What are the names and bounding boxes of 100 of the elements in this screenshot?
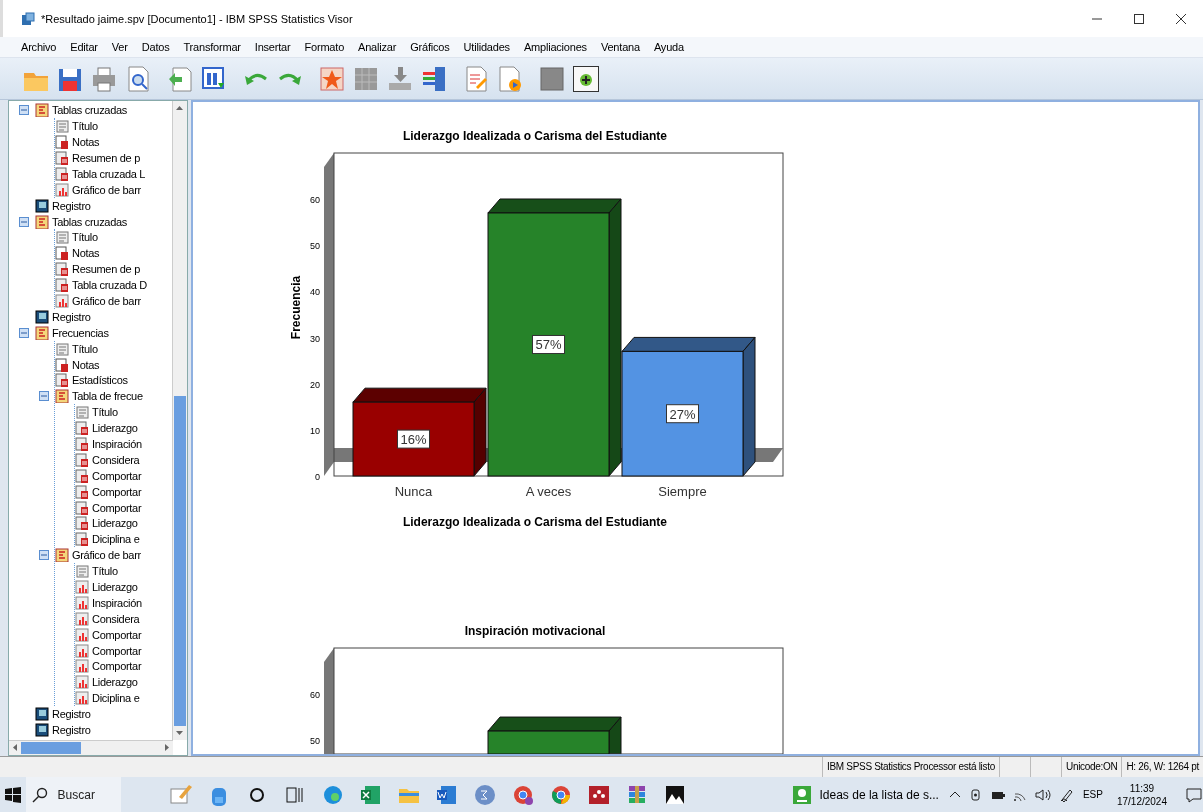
scrollbar-thumb[interactable]	[174, 396, 186, 727]
outline-item[interactable]: Tabla de frecue	[72, 390, 143, 403]
notification-icon[interactable]	[1185, 785, 1203, 804]
menu-item[interactable]: Formato	[297, 41, 352, 54]
app-icon	[21, 11, 35, 26]
outline-item[interactable]: Título	[72, 342, 98, 355]
outline-item[interactable]: Comportar	[92, 501, 142, 514]
windows-icon[interactable]	[4, 786, 21, 803]
menu-item[interactable]: Gráficos	[403, 41, 457, 54]
outline-item[interactable]: Tabla cruzada D	[72, 279, 147, 292]
collapse-icon[interactable]	[39, 391, 49, 402]
outline-item[interactable]: Resumen de p	[72, 263, 140, 276]
category-label: A veces	[525, 484, 572, 500]
folder-book-icon	[35, 325, 49, 340]
menu-item[interactable]: Datos	[134, 41, 177, 54]
outline-item[interactable]: Estadísticos	[72, 374, 128, 387]
search-placeholder: Buscar	[57, 787, 95, 802]
table-icon	[55, 150, 69, 165]
outline-item[interactable]: Resumen de p	[72, 151, 140, 164]
square-icon[interactable]	[538, 64, 566, 93]
outline-item[interactable]: Comportar	[92, 644, 142, 657]
outline-item[interactable]: Diciplina e	[92, 533, 140, 546]
outline-item[interactable]: Liderazgo	[92, 581, 138, 593]
outline-item[interactable]: Registro	[52, 724, 91, 736]
log-book-icon	[35, 707, 49, 722]
outline-item[interactable]: Registro	[52, 708, 91, 721]
collapse-icon[interactable]	[19, 216, 29, 227]
menu-item[interactable]: Transformar	[176, 41, 248, 54]
taskbar-window-label[interactable]: Ideas de la lista de s...	[819, 787, 939, 802]
outline-item[interactable]: Considera	[92, 453, 140, 466]
outline-item[interactable]: Comportar	[92, 628, 142, 641]
chart-title: Inspiración motivacional	[464, 624, 606, 639]
bar-chart-icon	[55, 293, 69, 308]
outline-item[interactable]: Inspiración	[92, 596, 142, 609]
language-indicator[interactable]: ESP	[1082, 789, 1103, 800]
outline-item[interactable]: Notas	[72, 136, 100, 149]
outline-item[interactable]: Considera	[92, 612, 140, 625]
category-label: Siempre	[658, 484, 707, 500]
table-icon	[75, 436, 89, 451]
outline-item[interactable]: Gráfico de barr	[72, 183, 141, 196]
add-icon[interactable]	[572, 64, 600, 93]
collapse-icon[interactable]	[19, 327, 29, 338]
notes-icon	[55, 246, 69, 261]
collapse-icon[interactable]	[39, 550, 49, 561]
outline-item[interactable]: Comportar	[92, 469, 142, 482]
variable-list-icon[interactable]	[420, 64, 448, 93]
outline-item[interactable]: Tabla cruzada L	[72, 167, 146, 180]
axis-tick-label: 60	[310, 690, 320, 701]
document-play-icon[interactable]	[496, 64, 524, 93]
menu-item[interactable]: Ventana	[593, 41, 647, 54]
maximize-icon[interactable]	[1133, 12, 1145, 25]
speaker-icon[interactable]	[1034, 787, 1051, 802]
outline-item[interactable]: Título	[72, 231, 98, 244]
outline-item[interactable]: Notas	[72, 247, 100, 260]
outline-item[interactable]: Gráfico de barr	[72, 549, 141, 562]
menu-item[interactable]: Ampliaciones	[516, 41, 594, 54]
outline-item[interactable]: Tablas cruzadas	[52, 104, 127, 117]
axis-tick-label: 10	[310, 426, 320, 437]
bar-chart-icon	[75, 675, 89, 690]
menu-item[interactable]: Utilidades	[456, 41, 517, 54]
menu-item[interactable]: Ver	[104, 41, 135, 54]
scrollbar-thumb[interactable]	[21, 742, 81, 755]
outline-item[interactable]: Liderazgo	[92, 676, 138, 689]
outline-item[interactable]: Título	[92, 565, 118, 578]
statistics-app-icon[interactable]	[472, 782, 497, 807]
menu-item[interactable]: Archivo	[14, 41, 64, 54]
notes-icon	[55, 357, 69, 372]
outline-item[interactable]: Título	[72, 120, 98, 133]
menu-item[interactable]: Analizar	[351, 41, 404, 54]
notepad-icon[interactable]	[168, 782, 193, 807]
title-page-icon	[55, 230, 69, 245]
close-icon[interactable]	[1175, 12, 1187, 25]
outline-item[interactable]: Registro	[52, 199, 91, 212]
camera-icon[interactable]	[968, 787, 983, 802]
data-label: 27%	[666, 404, 699, 424]
outline-item[interactable]: Título	[92, 406, 118, 419]
category-label: Nunca	[394, 484, 433, 500]
outline-item[interactable]: Frecuencias	[52, 326, 109, 339]
outline-item[interactable]: Liderazgo	[92, 517, 138, 530]
collapse-icon[interactable]	[19, 105, 29, 116]
outline-item[interactable]: Comportar	[92, 660, 142, 673]
axis-tick-label: 50	[310, 241, 320, 252]
outline-item[interactable]: Diciplina e	[92, 692, 140, 705]
menu-item[interactable]: Ayuda	[646, 41, 691, 54]
outline-item[interactable]: Comportar	[92, 485, 142, 498]
export-icon[interactable]	[166, 64, 194, 93]
print-icon[interactable]	[90, 64, 118, 93]
outline-item[interactable]: Registro	[52, 310, 91, 323]
menu-item[interactable]: Editar	[63, 41, 105, 54]
outline-item[interactable]: Gráfico de barr	[72, 294, 141, 307]
axis-tick-label: 60	[310, 195, 320, 206]
outline-item[interactable]: Notas	[72, 358, 100, 371]
outline-item[interactable]: Tablas cruzadas	[52, 215, 127, 228]
search-field[interactable]: Buscar	[25, 777, 121, 812]
insert-down-icon[interactable]	[386, 64, 414, 93]
menu-item[interactable]: Insertar	[247, 41, 298, 54]
outline-item[interactable]: Inspiración	[92, 437, 142, 450]
folder-book-icon	[35, 214, 49, 229]
outline-item[interactable]: Liderazgo	[92, 422, 138, 435]
bar-chart-icon	[75, 595, 89, 610]
